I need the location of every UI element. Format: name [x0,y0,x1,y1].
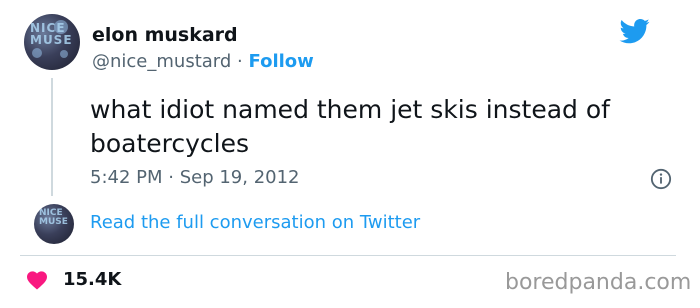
display-name[interactable]: elon muskard [92,24,238,46]
tweet-timestamp[interactable]: 5:42 PM · Sep 19, 2012 [90,167,300,188]
tweet-card: NICE MUSE elon muskard @nice_mustard · Fo… [0,0,700,308]
follow-button[interactable]: Follow [249,51,314,72]
watermark: boredpanda.com [505,270,692,295]
reply-avatar[interactable]: NICE MUSE [34,204,74,244]
twitter-bird-icon[interactable] [618,16,652,46]
avatar[interactable]: NICE MUSE [24,14,80,70]
thread-line [51,78,53,196]
read-conversation-link[interactable]: Read the full conversation on Twitter [90,212,420,233]
user-handle[interactable]: @nice_mustard [92,51,231,72]
tweet-text: what idiot named them jet skis instead o… [90,95,610,158]
info-icon[interactable] [650,168,672,190]
heart-icon[interactable] [26,270,48,290]
divider [20,255,676,256]
handle-row: @nice_mustard · Follow [92,51,314,72]
separator: · [237,51,243,72]
like-count: 15.4K [63,269,122,290]
